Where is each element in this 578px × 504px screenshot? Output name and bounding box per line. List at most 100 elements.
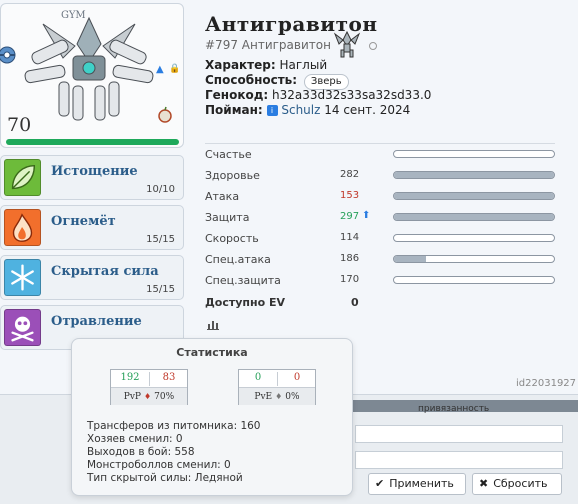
stat-bar-fill xyxy=(394,193,554,199)
fire-icon xyxy=(4,209,41,246)
move-name: Отравление xyxy=(51,314,142,329)
stat-value: 297 xyxy=(340,211,360,222)
diamond-icon: ♦ xyxy=(144,392,152,401)
stat-bar-fill xyxy=(394,172,554,178)
caught-date: 14 сент. 2024 xyxy=(324,103,411,117)
tooltip-title: Статистика xyxy=(176,346,248,359)
move-slot-2[interactable]: Огнемёт 15/15 xyxy=(0,205,184,250)
pokemon-level: 70 xyxy=(7,114,32,136)
stat-label: Защита xyxy=(205,211,250,224)
stat-bar xyxy=(393,234,555,242)
pvp-wins: 192 xyxy=(111,372,150,386)
lock-icon: 🔒 xyxy=(169,64,181,74)
form-field-2[interactable] xyxy=(355,451,563,469)
pvp-pct: 70% xyxy=(154,392,175,402)
reset-button[interactable]: ✖ Сбросить xyxy=(472,473,562,495)
select-value[interactable]: привязанность xyxy=(418,404,489,414)
stat-value: 282 xyxy=(340,169,360,180)
stat-label: Здоровье xyxy=(205,169,260,182)
stat-value: 170 xyxy=(340,274,360,285)
pve-losses: 0 xyxy=(293,372,301,383)
pvp-box: 192 83 PvP ♦ 70% xyxy=(110,369,188,405)
dex-number: #797 Антигравитон xyxy=(205,38,331,52)
tooltip-line: Трансферов из питомника: 160 xyxy=(87,420,261,432)
stat-row: Скорость 114 xyxy=(205,228,555,249)
gender-icon xyxy=(369,42,377,50)
stat-bar xyxy=(393,276,555,284)
hp-bar xyxy=(6,139,179,145)
stat-bar xyxy=(393,255,555,263)
move-list: Истощение 10/10 Огнемёт 15/15 Скрытая си… xyxy=(0,155,184,355)
genocode-row: Генокод: h32a33d32s33sa32sd33.0 xyxy=(205,88,431,102)
leaf-icon xyxy=(4,159,41,196)
stat-value: 114 xyxy=(340,232,360,243)
hp-bar-fill xyxy=(6,139,179,145)
snowflake-icon xyxy=(4,259,41,296)
stat-row: Защита 297 ⬆ xyxy=(205,207,555,228)
tooltip-line: Хозяев сменил: 0 xyxy=(87,433,183,445)
stat-row: Спец.защита 170 xyxy=(205,270,555,291)
move-slot-3[interactable]: Скрытая сила 15/15 xyxy=(0,255,184,300)
stat-bar xyxy=(393,150,555,158)
move-name: Огнемёт xyxy=(51,214,116,229)
pokemon-portrait: GYM ▲ 🔒 70 xyxy=(0,3,184,148)
apply-button[interactable]: ✔ Применить xyxy=(368,473,466,495)
stat-value: 153 xyxy=(340,190,360,201)
stat-label: Счастье xyxy=(205,148,252,161)
check-icon: ✔ xyxy=(375,477,385,490)
stat-boost-icon: ⬆ xyxy=(362,210,371,221)
reset-label: Сбросить xyxy=(493,477,548,490)
close-icon: ✖ xyxy=(479,477,489,490)
caught-row: Пойман: i Schulz 14 сент. 2024 xyxy=(205,103,410,117)
move-pp: 15/15 xyxy=(146,284,175,295)
skull-icon xyxy=(4,309,41,346)
move-name: Скрытая сила xyxy=(51,264,159,279)
stats-table: Счастье Здоровье 282 Атака 153 Защита 297 ⬆ Скор… xyxy=(205,143,555,291)
pve-box: 0 0 PvE ♦ 0% xyxy=(238,369,316,405)
genocode-value: h32a33d32s33sa32sd33.0 xyxy=(272,88,432,102)
stat-label: Скорость xyxy=(205,232,259,245)
stat-label: Спец.защита xyxy=(205,274,281,287)
genocode-label: Генокод: xyxy=(205,88,269,102)
stat-value: 186 xyxy=(340,253,360,264)
bar-chart-icon[interactable] xyxy=(207,318,219,330)
ev-label: Доступно EV xyxy=(205,296,286,309)
stat-bar xyxy=(393,192,555,200)
caught-label: Пойман: xyxy=(205,103,263,117)
pvp-footer: PvP ♦ 70% xyxy=(111,387,187,405)
diamond-icon: ♦ xyxy=(275,392,283,401)
pvp-losses: 83 xyxy=(162,372,176,383)
pokeball-icon xyxy=(0,46,16,64)
record-id: id22031927 xyxy=(516,378,577,389)
stat-bar-fill xyxy=(394,256,426,262)
stats-tooltip: Статистика 192 83 PvP ♦ 70% 0 0 PvE ♦ 0% Тра… xyxy=(71,338,353,496)
stat-bar xyxy=(393,171,555,179)
ev-value: 0 xyxy=(351,296,359,309)
held-item-icon[interactable] xyxy=(156,106,174,124)
ability-label: Способность: xyxy=(205,73,298,87)
info-icon: i xyxy=(266,105,278,116)
mini-sprite-icon xyxy=(333,30,361,58)
pve-pct: 0% xyxy=(285,392,300,402)
tooltip-line: Тип скрытой силы: Ледяной xyxy=(87,472,243,484)
move-slot-1[interactable]: Истощение 10/10 xyxy=(0,155,184,200)
pve-wins: 0 xyxy=(239,372,278,386)
pve-label: PvE xyxy=(254,392,273,402)
boost-up-icon: ▲ xyxy=(156,64,164,75)
stat-bar xyxy=(393,213,555,221)
tooltip-lines: Трансферов из питомника: 160 Хозяев смен… xyxy=(87,420,260,485)
tooltip-line: Монстроболлов сменил: 0 xyxy=(87,459,231,471)
stat-row: Спец.атака 186 xyxy=(205,249,555,270)
pokemon-card: GYM ▲ 🔒 70 Истощение 10/10 Огнемёт 15/15… xyxy=(0,0,578,395)
tooltip-line: Выходов в бой: 558 xyxy=(87,446,195,458)
stat-label: Атака xyxy=(205,190,240,203)
move-pp: 10/10 xyxy=(146,184,175,195)
nature-row: Характер: Наглый xyxy=(205,58,327,72)
apply-label: Применить xyxy=(389,477,454,490)
move-name: Истощение xyxy=(51,164,138,179)
pve-footer: PvE ♦ 0% xyxy=(239,387,315,405)
form-field-1[interactable] xyxy=(355,425,563,443)
owner-link[interactable]: Schulz xyxy=(281,103,320,117)
pokemon-sprite xyxy=(24,16,154,121)
pvp-label: PvP xyxy=(123,392,141,402)
